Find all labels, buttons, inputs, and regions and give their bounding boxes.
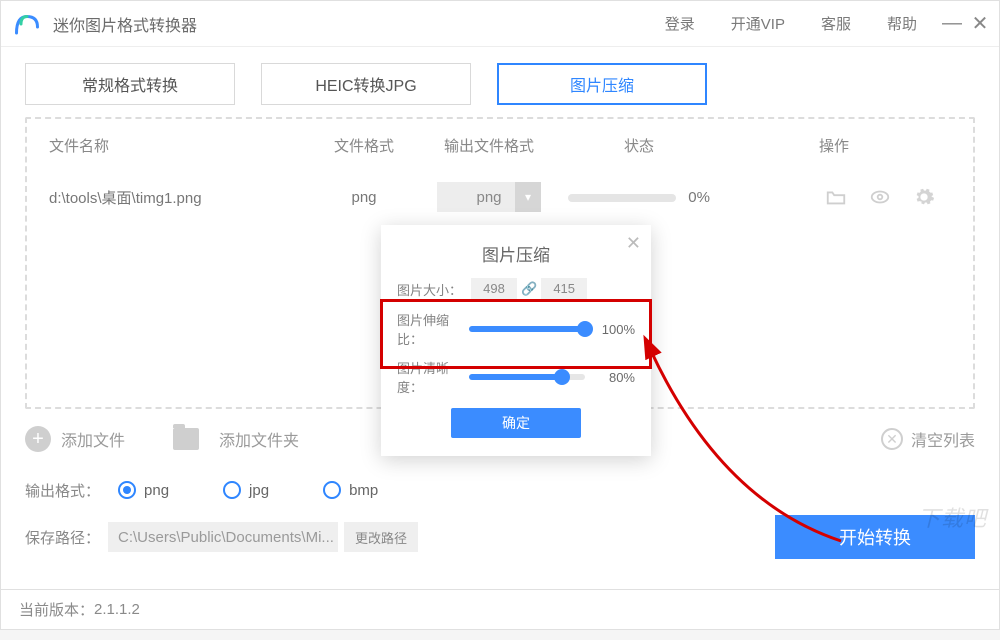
- plus-icon: +: [25, 426, 51, 452]
- cell-filename: d:\tools\桌面\timg1.png: [49, 187, 309, 208]
- scale-label: 图片伸缩比：: [397, 310, 469, 348]
- tab-normal-convert[interactable]: 常规格式转换: [25, 63, 235, 105]
- clear-list-button[interactable]: ✕ 清空列表: [881, 427, 975, 451]
- quality-label: 图片清晰度：: [397, 358, 469, 396]
- tab-heic-jpg[interactable]: HEIC转换JPG: [261, 63, 471, 105]
- compress-dialog: ✕ 图片压缩 图片大小： 498 🔗 415 图片伸缩比： 100% 图片清晰度…: [381, 225, 651, 456]
- col-outformat: 输出文件格式: [419, 135, 559, 156]
- scale-row: 图片伸缩比： 100%: [397, 310, 635, 348]
- add-folder-button[interactable]: 添加文件夹: [173, 427, 299, 451]
- outformat-select[interactable]: png ▾: [437, 182, 541, 212]
- open-folder-icon[interactable]: [825, 186, 847, 208]
- statusbar: 当前版本： 2.1.1.2: [0, 590, 1000, 630]
- cell-ops: [719, 186, 949, 208]
- start-convert-button[interactable]: 开始转换: [775, 515, 975, 559]
- output-format-row: 输出格式： png jpg bmp: [25, 469, 975, 511]
- progress-percent: 0%: [688, 189, 710, 206]
- outformat-value: png: [476, 189, 501, 206]
- radio-jpg[interactable]: jpg: [223, 481, 269, 499]
- col-fileformat: 文件格式: [309, 135, 419, 156]
- col-status: 状态: [559, 135, 719, 156]
- tab-compress[interactable]: 图片压缩: [497, 63, 707, 105]
- save-path-field[interactable]: C:\Users\Public\Documents\Mi...: [108, 522, 338, 552]
- add-file-label: 添加文件: [61, 427, 125, 451]
- list-header: 文件名称 文件格式 输出文件格式 状态 操作: [49, 119, 951, 171]
- vip-link[interactable]: 开通VIP: [731, 13, 785, 34]
- scale-slider[interactable]: [469, 326, 585, 332]
- chevron-down-icon: ▾: [515, 182, 541, 212]
- width-input[interactable]: 498: [471, 278, 517, 300]
- version-value: 2.1.1.2: [94, 601, 140, 618]
- table-row: d:\tools\桌面\timg1.png png png ▾ 0%: [49, 171, 951, 223]
- add-file-button[interactable]: + 添加文件: [25, 426, 125, 452]
- cell-status: 0%: [559, 189, 719, 206]
- titlebar: 迷你图片格式转换器 登录 开通VIP 客服 帮助 — ✕: [1, 1, 999, 47]
- size-row: 图片大小： 498 🔗 415: [397, 278, 635, 300]
- scale-value: 100%: [593, 322, 635, 337]
- dialog-ok-button[interactable]: 确定: [451, 408, 581, 438]
- quality-row: 图片清晰度： 80%: [397, 358, 635, 396]
- window-close-button[interactable]: ✕: [969, 11, 991, 36]
- support-link[interactable]: 客服: [821, 13, 851, 34]
- folder-icon: [173, 428, 199, 450]
- app-logo: [9, 6, 45, 42]
- change-path-button[interactable]: 更改路径: [344, 522, 418, 552]
- clear-icon: ✕: [881, 428, 903, 450]
- size-label: 图片大小：: [397, 280, 469, 299]
- login-link[interactable]: 登录: [665, 13, 695, 34]
- settings-icon[interactable]: [913, 186, 935, 208]
- cell-outformat: png ▾: [419, 182, 559, 212]
- save-path-row: 保存路径： C:\Users\Public\Documents\Mi... 更改…: [25, 511, 975, 563]
- quality-slider[interactable]: [469, 374, 585, 380]
- dialog-close-button[interactable]: ✕: [626, 233, 641, 254]
- radio-jpg-label: jpg: [249, 482, 269, 499]
- quality-value: 80%: [593, 370, 635, 385]
- radio-png[interactable]: png: [118, 481, 169, 499]
- window-minimize-button[interactable]: —: [941, 12, 963, 35]
- link-icon[interactable]: 🔗: [521, 281, 537, 297]
- app-window: 迷你图片格式转换器 登录 开通VIP 客服 帮助 — ✕ 常规格式转换 HEIC…: [0, 0, 1000, 590]
- col-ops: 操作: [719, 135, 949, 156]
- output-format-label: 输出格式：: [25, 480, 100, 501]
- add-folder-label: 添加文件夹: [219, 427, 299, 451]
- dialog-title: 图片压缩: [397, 241, 635, 266]
- radio-png-label: png: [144, 482, 169, 499]
- mode-tabs: 常规格式转换 HEIC转换JPG 图片压缩: [25, 63, 975, 105]
- preview-icon[interactable]: [869, 186, 891, 208]
- cell-fileformat: png: [309, 189, 419, 206]
- app-title: 迷你图片格式转换器: [53, 12, 197, 36]
- version-label: 当前版本：: [19, 599, 94, 620]
- radio-bmp[interactable]: bmp: [323, 481, 378, 499]
- height-input[interactable]: 415: [541, 278, 587, 300]
- col-filename: 文件名称: [49, 135, 309, 156]
- progress-bar: [568, 194, 676, 202]
- save-path-label: 保存路径：: [25, 527, 100, 548]
- radio-bmp-label: bmp: [349, 482, 378, 499]
- help-link[interactable]: 帮助: [887, 13, 917, 34]
- clear-list-label: 清空列表: [911, 427, 975, 451]
